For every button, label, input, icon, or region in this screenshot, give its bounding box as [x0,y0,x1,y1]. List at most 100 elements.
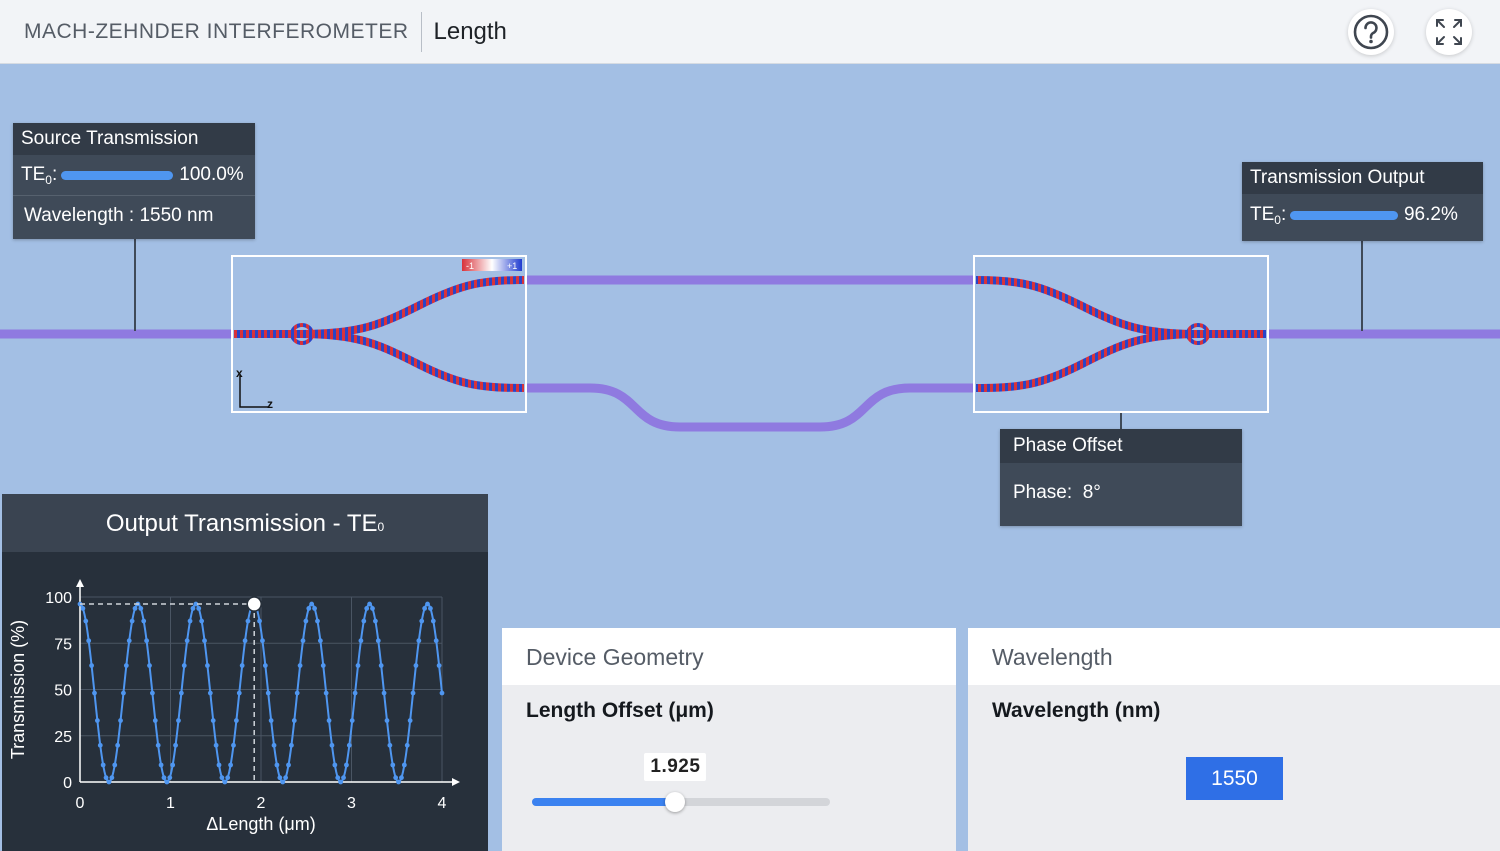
transmission-point [150,690,155,696]
transmission-point [430,618,436,624]
transmission-point [265,690,271,696]
lower-arm-waveguide [526,383,974,432]
transmission-point [164,779,170,785]
y-tick-label: 50 [54,683,72,700]
transmission-point [344,762,349,768]
transmission-point [210,718,216,723]
wavelength-1550-button[interactable]: 1550 [1186,757,1283,800]
transmission-point [260,638,265,644]
help-button[interactable] [1348,9,1394,55]
transmission-point [291,718,297,723]
transmission-point [109,775,115,781]
length-offset-slider[interactable] [532,792,830,812]
source-percent: 100.0% [179,164,244,185]
transmission-point [80,605,86,611]
axis-z-label: z [267,397,273,411]
transmission-point [176,718,181,723]
transmission-point [222,779,228,785]
transmission-point [152,718,158,723]
transmission-point [413,663,419,668]
chart-title-sub: 0 [377,520,385,534]
transmission-point [161,775,167,781]
x-axis-arrow [452,778,460,786]
chart-title-text: Output Transmission - TE [105,510,378,537]
output-mode-sub: 0 [1274,213,1281,227]
transmission-point [422,605,428,611]
y-axis-label: Transmission (%) [8,620,28,759]
transmission-point [323,690,329,696]
transmission-point [213,742,219,748]
simulation-stage: -1 +1 x z Source Transmission TE 0: 100.0… [0,65,1500,851]
transmission-point [245,618,251,624]
transmission-point [320,663,326,668]
transmission-point [364,605,370,611]
transmission-point [407,718,413,723]
phase-label: Phase: [1013,482,1073,503]
output-transmission-bar [1290,210,1398,220]
transmission-point [239,663,245,668]
transmission-point [167,775,173,781]
transmission-point [361,618,367,624]
source-mode-suffix: : [51,164,58,185]
transmission-point [184,638,190,644]
transmission-point [205,663,210,668]
transmission-point [242,638,248,644]
x-tick-label: 2 [257,795,266,812]
transmission-point [329,742,335,748]
transmission-point [112,762,118,768]
transmission-point [384,718,390,723]
transmission-point [92,690,97,696]
transmission-point [86,638,92,644]
length-offset-value: 1.925 [644,753,707,781]
transmission-point [126,638,132,644]
x-tick-label: 4 [438,795,447,812]
transmission-point [132,605,138,611]
transmission-point [231,742,236,748]
source-te0-row: TE 0: 100.0% [13,155,255,195]
transmission-point [317,638,323,644]
fullscreen-icon [1436,19,1462,45]
fullscreen-button[interactable] [1426,9,1472,55]
transmission-point [396,779,401,785]
chart-title: Output Transmission - TE0 [2,494,488,552]
transmission-point [257,618,262,624]
source-wavelength: Wavelength : 1550 nm [24,205,214,226]
transmission-point [202,638,207,644]
transmission-point [158,762,164,768]
transmission-point [346,742,352,748]
phase-row: Phase: 8° [1000,463,1242,523]
transmission-point [297,663,303,668]
transmission-point [303,618,309,624]
transmission-point [401,762,407,768]
transmission-point [187,618,193,624]
y-axis-arrow [76,579,84,587]
transmission-point [144,638,150,644]
transmission-point [300,638,306,644]
transmission-point [433,638,439,644]
output-panel-title: Transmission Output [1242,162,1483,194]
transmission-point [332,762,338,768]
transmission-point [338,779,344,785]
transmission-point [425,601,430,607]
output-percent: 96.2% [1403,204,1458,225]
output-transmission-chart-panel: Output Transmission - TE0 0 1 2 3 4 0 25 50 75 10… [2,494,488,851]
output-te0-row: TE 0: 96.2% [1242,194,1483,236]
transmission-point [89,663,94,668]
page-title: Length [433,17,507,45]
combiner-field [975,276,1266,392]
transmission-point [315,618,320,624]
transmission-point [115,742,121,748]
length-offset-label: Length Offset (μm) [526,699,714,722]
transmission-point [236,690,242,696]
x-tick-label: 0 [76,795,85,812]
source-transmission-panel: Source Transmission TE 0: 100.0% Waveleng… [13,123,255,239]
transmission-point [289,742,294,748]
transmission-point [262,663,268,668]
transmission-point [190,605,196,611]
transmission-point [312,605,317,611]
transmission-point [268,718,274,723]
slider-thumb[interactable] [665,792,686,812]
transmission-point [196,605,202,611]
transmission-point [372,618,378,624]
app-header: MACH-ZEHNDER INTERFEROMETER Length [0,0,1500,64]
